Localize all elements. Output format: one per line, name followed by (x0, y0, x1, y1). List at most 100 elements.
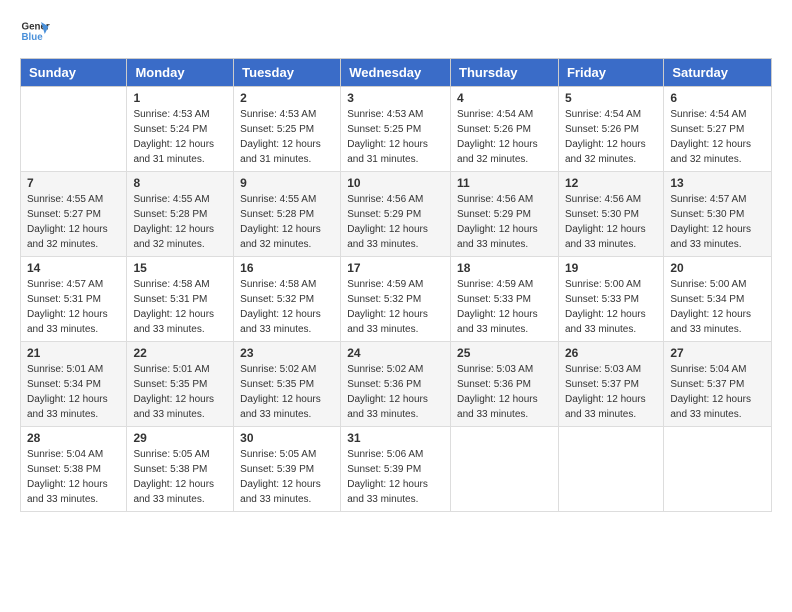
day-number: 22 (133, 346, 227, 360)
day-info: Sunrise: 4:54 AMSunset: 5:26 PMDaylight:… (565, 107, 657, 167)
day-info: Sunrise: 5:05 AMSunset: 5:38 PMDaylight:… (133, 447, 227, 507)
calendar-cell: 11 Sunrise: 4:56 AMSunset: 5:29 PMDayligh… (451, 172, 559, 257)
calendar-cell: 23Sunrise: 5:02 AMSunset: 5:35 PMDayligh… (234, 342, 341, 427)
logo-icon: General Blue (20, 16, 50, 46)
day-number: 23 (240, 346, 334, 360)
day-number: 2 (240, 91, 334, 105)
calendar-cell (451, 427, 559, 512)
calendar-cell: 9 Sunrise: 4:55 AMSunset: 5:28 PMDaylight… (234, 172, 341, 257)
calendar-cell (558, 427, 663, 512)
weekday-header-tuesday: Tuesday (234, 59, 341, 87)
day-number: 11 (457, 176, 552, 190)
calendar-cell: 28 Sunrise: 5:04 AMSunset: 5:38 PMDayligh… (21, 427, 127, 512)
calendar-cell: 6Sunrise: 4:54 AMSunset: 5:27 PMDaylight… (664, 87, 772, 172)
day-info: Sunrise: 4:55 AMSunset: 5:28 PMDaylight:… (240, 192, 334, 252)
day-info: Sunrise: 5:06 AMSunset: 5:39 PMDaylight:… (347, 447, 444, 507)
day-info: Sunrise: 4:57 AMSunset: 5:30 PMDaylight:… (670, 192, 765, 252)
day-info: Sunrise: 4:59 AMSunset: 5:33 PMDaylight:… (457, 277, 552, 337)
calendar-cell: 30 Sunrise: 5:05 AMSunset: 5:39 PMDayligh… (234, 427, 341, 512)
day-number: 28 (27, 431, 120, 445)
week-row-2: 14Sunrise: 4:57 AMSunset: 5:31 PMDayligh… (21, 257, 772, 342)
day-number: 17 (347, 261, 444, 275)
calendar-cell: 1Sunrise: 4:53 AMSunset: 5:24 PMDaylight… (127, 87, 234, 172)
day-info: Sunrise: 4:56 AMSunset: 5:29 PMDaylight:… (347, 192, 444, 252)
calendar-cell: 19 Sunrise: 5:00 AMSunset: 5:33 PMDayligh… (558, 257, 663, 342)
day-number: 10 (347, 176, 444, 190)
day-number: 20 (670, 261, 765, 275)
week-row-3: 21 Sunrise: 5:01 AMSunset: 5:34 PMDayligh… (21, 342, 772, 427)
calendar-cell: 12 Sunrise: 4:56 AMSunset: 5:30 PMDayligh… (558, 172, 663, 257)
week-row-1: 7 Sunrise: 4:55 AMSunset: 5:27 PMDaylight… (21, 172, 772, 257)
calendar-cell: 16 Sunrise: 4:58 AMSunset: 5:32 PMDayligh… (234, 257, 341, 342)
day-number: 19 (565, 261, 657, 275)
weekday-header-row: SundayMondayTuesdayWednesdayThursdayFrid… (21, 59, 772, 87)
calendar-cell: 5 Sunrise: 4:54 AMSunset: 5:26 PMDaylight… (558, 87, 663, 172)
calendar-table: SundayMondayTuesdayWednesdayThursdayFrid… (20, 58, 772, 512)
day-number: 15 (133, 261, 227, 275)
day-number: 24 (347, 346, 444, 360)
calendar-cell: 2Sunrise: 4:53 AMSunset: 5:25 PMDaylight… (234, 87, 341, 172)
day-number: 12 (565, 176, 657, 190)
day-number: 25 (457, 346, 552, 360)
day-number: 21 (27, 346, 120, 360)
day-number: 31 (347, 431, 444, 445)
calendar-cell: 31 Sunrise: 5:06 AMSunset: 5:39 PMDayligh… (341, 427, 451, 512)
day-info: Sunrise: 5:04 AMSunset: 5:37 PMDaylight:… (670, 362, 765, 422)
day-info: Sunrise: 5:05 AMSunset: 5:39 PMDaylight:… (240, 447, 334, 507)
day-number: 7 (27, 176, 120, 190)
svg-text:Blue: Blue (22, 32, 44, 43)
day-info: Sunrise: 4:53 AMSunset: 5:24 PMDaylight:… (133, 107, 227, 167)
day-info: Sunrise: 4:54 AMSunset: 5:26 PMDaylight:… (457, 107, 552, 167)
calendar-cell: 10 Sunrise: 4:56 AMSunset: 5:29 PMDayligh… (341, 172, 451, 257)
day-info: Sunrise: 5:02 AMSunset: 5:36 PMDaylight:… (347, 362, 444, 422)
week-row-4: 28 Sunrise: 5:04 AMSunset: 5:38 PMDayligh… (21, 427, 772, 512)
calendar-cell: 3Sunrise: 4:53 AMSunset: 5:25 PMDaylight… (341, 87, 451, 172)
day-number: 4 (457, 91, 552, 105)
day-number: 26 (565, 346, 657, 360)
calendar-cell: 29Sunrise: 5:05 AMSunset: 5:38 PMDayligh… (127, 427, 234, 512)
day-info: Sunrise: 4:56 AMSunset: 5:30 PMDaylight:… (565, 192, 657, 252)
weekday-header-thursday: Thursday (451, 59, 559, 87)
day-info: Sunrise: 4:55 AMSunset: 5:27 PMDaylight:… (27, 192, 120, 252)
calendar-cell: 21 Sunrise: 5:01 AMSunset: 5:34 PMDayligh… (21, 342, 127, 427)
day-info: Sunrise: 5:01 AMSunset: 5:34 PMDaylight:… (27, 362, 120, 422)
calendar-cell: 25 Sunrise: 5:03 AMSunset: 5:36 PMDayligh… (451, 342, 559, 427)
day-number: 9 (240, 176, 334, 190)
day-info: Sunrise: 4:58 AMSunset: 5:31 PMDaylight:… (133, 277, 227, 337)
weekday-header-wednesday: Wednesday (341, 59, 451, 87)
day-info: Sunrise: 5:01 AMSunset: 5:35 PMDaylight:… (133, 362, 227, 422)
day-number: 14 (27, 261, 120, 275)
calendar-cell: 20 Sunrise: 5:00 AMSunset: 5:34 PMDayligh… (664, 257, 772, 342)
day-info: Sunrise: 5:00 AMSunset: 5:34 PMDaylight:… (670, 277, 765, 337)
day-number: 5 (565, 91, 657, 105)
calendar-cell: 27 Sunrise: 5:04 AMSunset: 5:37 PMDayligh… (664, 342, 772, 427)
day-info: Sunrise: 4:55 AMSunset: 5:28 PMDaylight:… (133, 192, 227, 252)
weekday-header-saturday: Saturday (664, 59, 772, 87)
calendar-cell: 14Sunrise: 4:57 AMSunset: 5:31 PMDayligh… (21, 257, 127, 342)
day-number: 18 (457, 261, 552, 275)
weekday-header-friday: Friday (558, 59, 663, 87)
day-number: 13 (670, 176, 765, 190)
calendar-cell: 7 Sunrise: 4:55 AMSunset: 5:27 PMDaylight… (21, 172, 127, 257)
calendar-cell: 8 Sunrise: 4:55 AMSunset: 5:28 PMDaylight… (127, 172, 234, 257)
day-number: 8 (133, 176, 227, 190)
calendar-cell (664, 427, 772, 512)
week-row-0: 1Sunrise: 4:53 AMSunset: 5:24 PMDaylight… (21, 87, 772, 172)
day-number: 30 (240, 431, 334, 445)
day-number: 27 (670, 346, 765, 360)
day-info: Sunrise: 4:56 AMSunset: 5:29 PMDaylight:… (457, 192, 552, 252)
day-number: 16 (240, 261, 334, 275)
day-info: Sunrise: 4:59 AMSunset: 5:32 PMDaylight:… (347, 277, 444, 337)
header-section: General Blue (20, 16, 772, 46)
calendar-cell: 22 Sunrise: 5:01 AMSunset: 5:35 PMDayligh… (127, 342, 234, 427)
day-info: Sunrise: 5:00 AMSunset: 5:33 PMDaylight:… (565, 277, 657, 337)
calendar-cell: 13 Sunrise: 4:57 AMSunset: 5:30 PMDayligh… (664, 172, 772, 257)
day-info: Sunrise: 5:04 AMSunset: 5:38 PMDaylight:… (27, 447, 120, 507)
day-info: Sunrise: 5:03 AMSunset: 5:36 PMDaylight:… (457, 362, 552, 422)
calendar-cell: 24 Sunrise: 5:02 AMSunset: 5:36 PMDayligh… (341, 342, 451, 427)
day-info: Sunrise: 4:54 AMSunset: 5:27 PMDaylight:… (670, 107, 765, 167)
day-info: Sunrise: 4:58 AMSunset: 5:32 PMDaylight:… (240, 277, 334, 337)
calendar-cell: 17 Sunrise: 4:59 AMSunset: 5:32 PMDayligh… (341, 257, 451, 342)
calendar-cell (21, 87, 127, 172)
weekday-header-sunday: Sunday (21, 59, 127, 87)
